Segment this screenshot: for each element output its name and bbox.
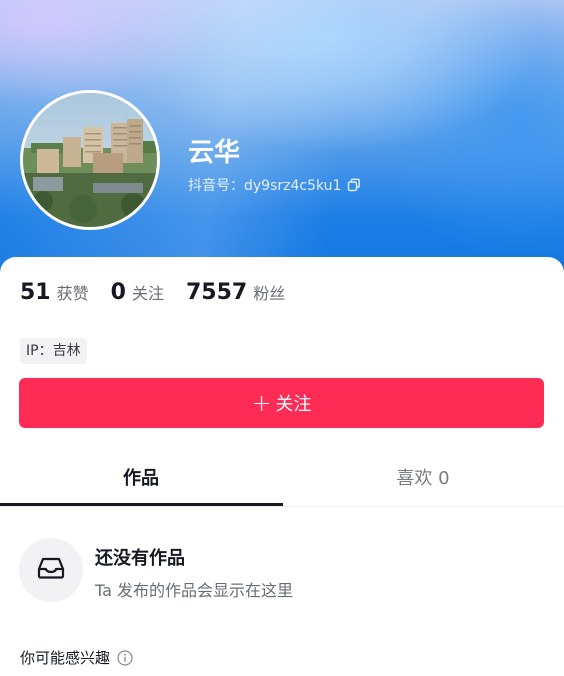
plus-icon: + [251,389,272,417]
empty-state-title: 还没有作品 [95,548,185,569]
empty-state-subtitle: Ta 发布的作品会显示在这里 [95,581,294,600]
tab-works[interactable]: 作品 [0,452,282,506]
active-tab-indicator [0,503,283,506]
tab-label: 作品 [123,468,159,489]
recommend-label: 你可能感兴趣 [20,649,111,667]
stats-row: 51 获赞 0 关注 7557 粉丝 [20,280,307,305]
username: 云华 [188,138,241,168]
stat-following[interactable]: 0 关注 [111,280,164,305]
recommend-section-header: 你可能感兴趣 [20,647,133,668]
info-icon[interactable] [117,649,133,666]
inbox-icon [36,556,66,584]
stat-value: 51 [20,280,51,305]
avatar-image [23,93,157,227]
tab-label: 喜欢 0 [396,468,450,489]
content-tabs: 作品 喜欢 0 [0,452,564,507]
douyin-id-text: 抖音号：dy9srz4c5ku1 [188,178,342,194]
avatar[interactable] [20,90,160,230]
stat-value: 0 [110,280,126,305]
stat-value: 7557 [185,280,248,305]
follow-button-label: 关注 [275,394,312,415]
empty-state-icon-container [19,538,83,602]
stat-label: 获赞 [56,284,89,303]
profile-card: 51 获赞 0 关注 7557 粉丝 IP：吉林 + 关注 作品 喜欢 0 还没… [0,257,564,676]
stat-label: 关注 [131,284,164,303]
stat-likes[interactable]: 51 获赞 [20,280,89,305]
ip-location-tag: IP：吉林 [20,338,87,364]
douyin-id[interactable]: 抖音号：dy9srz4c5ku1 [188,175,361,195]
stat-followers[interactable]: 7557 粉丝 [186,280,285,305]
tab-likes[interactable]: 喜欢 0 [282,452,564,506]
copy-icon[interactable] [347,178,361,192]
follow-button[interactable]: + 关注 [19,378,544,428]
stat-label: 粉丝 [253,284,286,303]
